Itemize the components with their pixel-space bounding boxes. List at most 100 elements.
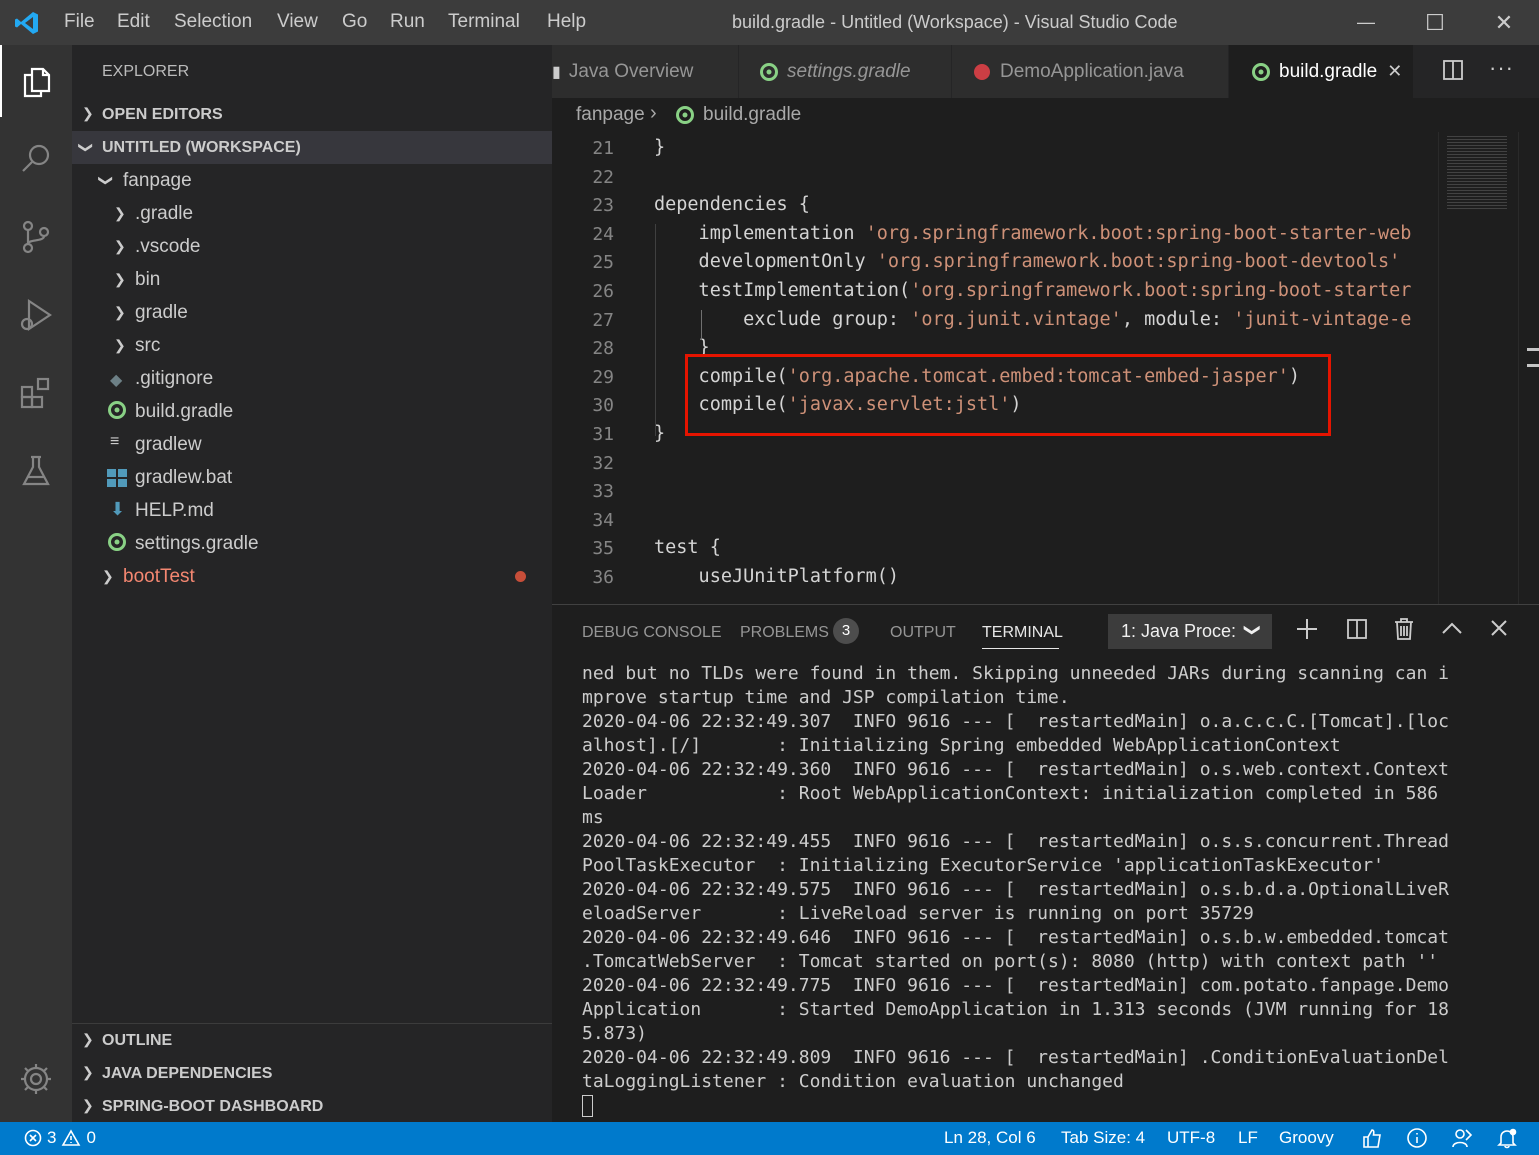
tab-output[interactable]: OUTPUT bbox=[890, 624, 956, 642]
cursor-position[interactable]: Ln 28, Col 6 bbox=[944, 1128, 1036, 1148]
gradle-file-icon bbox=[676, 106, 694, 124]
open-editors-header[interactable]: OPEN EDITORS bbox=[102, 106, 223, 124]
tab-size[interactable]: Tab Size: 4 bbox=[1061, 1128, 1145, 1148]
close-panel-icon[interactable] bbox=[1490, 619, 1508, 642]
source-control-icon[interactable] bbox=[0, 201, 72, 273]
tweet-feedback-icon[interactable] bbox=[1361, 1127, 1383, 1154]
code-text: testImplementation( bbox=[654, 280, 911, 301]
new-terminal-icon[interactable] bbox=[1295, 617, 1319, 646]
terminal-select[interactable]: 1: Java Proce: ❯ bbox=[1108, 614, 1272, 649]
code-line: testImplementation('org.springframework.… bbox=[654, 280, 1412, 301]
minimap bbox=[1438, 132, 1517, 604]
tree-file-help-md[interactable]: HELP.md bbox=[135, 500, 214, 522]
end-of-line[interactable]: LF bbox=[1238, 1128, 1258, 1148]
maximize-button[interactable]: ☐ bbox=[1412, 0, 1458, 45]
tab-problems[interactable]: PROBLEMS bbox=[740, 624, 829, 642]
tree-file-gradlew-bat[interactable]: gradlew.bat bbox=[135, 467, 232, 489]
close-tab-icon[interactable]: ✕ bbox=[1387, 61, 1402, 82]
menu-view[interactable]: View bbox=[277, 11, 318, 33]
tree-folder-src[interactable]: src bbox=[135, 335, 160, 357]
code-text: , module: 'junit-vintage-e bbox=[1121, 308, 1412, 330]
code-editor[interactable]: 21} 22 23 dependencies {24 implementation '… bbox=[552, 132, 1539, 604]
breadcrumb-file[interactable]: build.gradle bbox=[703, 104, 801, 126]
encoding[interactable]: UTF-8 bbox=[1167, 1128, 1215, 1148]
breadcrumb-separator: › bbox=[650, 102, 657, 124]
menu-file[interactable]: File bbox=[64, 11, 95, 33]
maximize-panel-chevron-up-icon[interactable] bbox=[1441, 620, 1463, 641]
outline-header[interactable]: OUTLINE bbox=[102, 1032, 172, 1050]
tab-terminal[interactable]: TERMINAL bbox=[982, 624, 1063, 642]
breadcrumb-folder[interactable]: fanpage bbox=[576, 104, 645, 126]
search-icon[interactable] bbox=[0, 123, 72, 195]
tab-debug-console[interactable]: DEBUG CONSOLE bbox=[582, 624, 722, 642]
warning-count: 0 bbox=[86, 1128, 96, 1147]
menu-selection[interactable]: Selection bbox=[174, 11, 252, 33]
code-line: } bbox=[654, 137, 665, 158]
terminal-line: ned but no TLDs were found in them. Skip… bbox=[582, 663, 1449, 684]
tab-demo-application-java[interactable]: DemoApplication.java bbox=[952, 45, 1229, 98]
markdown-file-icon: ⬇ bbox=[110, 499, 126, 519]
minimize-button[interactable]: — bbox=[1343, 0, 1389, 45]
chevron-down-icon: ❯ bbox=[78, 141, 95, 154]
split-terminal-icon[interactable] bbox=[1346, 618, 1368, 645]
indent-guide bbox=[655, 224, 656, 436]
java-dependencies-header[interactable]: JAVA DEPENDENCIES bbox=[102, 1065, 272, 1083]
terminal-cursor bbox=[582, 1095, 593, 1117]
manage-gear-icon[interactable] bbox=[0, 1043, 72, 1115]
chevron-right-icon: ❯ bbox=[114, 238, 126, 254]
tree-file-gitignore[interactable]: .gitignore bbox=[135, 368, 213, 390]
tree-folder-dotgradle[interactable]: .gradle bbox=[135, 203, 193, 225]
chevron-right-icon: ❯ bbox=[82, 1031, 94, 1047]
line-number: 28 bbox=[592, 338, 614, 360]
testing-flask-icon[interactable] bbox=[0, 435, 72, 507]
tree-folder-boottest[interactable]: bootTest bbox=[123, 566, 195, 588]
more-actions-icon[interactable]: ··· bbox=[1489, 55, 1514, 81]
menu-go[interactable]: Go bbox=[342, 11, 367, 33]
status-bar: 3 0 Ln 28, Col 6 Tab Size: 4 UTF-8 LF Gr… bbox=[0, 1122, 1539, 1155]
gradle-file-icon bbox=[107, 532, 127, 557]
chevron-right-icon: ❯ bbox=[114, 271, 126, 287]
language-mode[interactable]: Groovy bbox=[1279, 1128, 1334, 1148]
live-share-icon[interactable] bbox=[1451, 1127, 1473, 1154]
kill-terminal-trash-icon[interactable] bbox=[1393, 617, 1415, 646]
menu-edit[interactable]: Edit bbox=[117, 11, 150, 33]
line-number: 22 bbox=[592, 166, 614, 188]
notifications-bell-icon[interactable] bbox=[1496, 1127, 1518, 1154]
line-number: 24 bbox=[592, 223, 614, 245]
tab-settings-gradle[interactable]: settings.gradle bbox=[739, 45, 952, 98]
menu-help[interactable]: Help bbox=[547, 11, 586, 33]
tab-build-gradle[interactable]: build.gradle ✕ bbox=[1229, 45, 1414, 98]
tree-folder-vscode[interactable]: .vscode bbox=[135, 236, 200, 258]
tree-folder-gradle[interactable]: gradle bbox=[135, 302, 188, 324]
problems-status[interactable]: 3 0 bbox=[24, 1128, 96, 1148]
split-editor-icon[interactable] bbox=[1442, 59, 1464, 86]
tree-folder-bin[interactable]: bin bbox=[135, 269, 160, 291]
tab-java-overview[interactable]: ▮ Java Overview bbox=[552, 45, 739, 98]
chevron-down-icon: ❯ bbox=[1243, 623, 1261, 637]
close-window-button[interactable]: ✕ bbox=[1481, 0, 1527, 45]
error-icon bbox=[24, 1129, 42, 1147]
bottom-panel: DEBUG CONSOLE PROBLEMS 3 OUTPUT TERMINAL… bbox=[552, 604, 1539, 1123]
terminal-line: Loader : Root WebApplicationContext: ini… bbox=[582, 783, 1439, 804]
tree-file-gradlew[interactable]: gradlew bbox=[135, 434, 202, 456]
code-text: implementation bbox=[654, 222, 866, 244]
workspace-header[interactable]: UNTITLED (WORKSPACE) bbox=[102, 139, 301, 157]
explorer-icon[interactable] bbox=[0, 45, 72, 117]
run-debug-icon[interactable] bbox=[0, 279, 72, 351]
terminal-line: .TomcatWebServer : Tomcat started on por… bbox=[582, 951, 1439, 972]
tree-file-build-gradle[interactable]: build.gradle bbox=[135, 401, 233, 423]
extensions-icon[interactable] bbox=[0, 357, 72, 429]
tree-folder-fanpage[interactable]: fanpage bbox=[123, 170, 192, 192]
terminal-line: 2020-04-06 22:32:49.455 INFO 9616 --- [ … bbox=[582, 831, 1449, 852]
window-title: build.gradle - Untitled (Workspace) - Vi… bbox=[732, 12, 1178, 32]
tree-file-settings-gradle[interactable]: settings.gradle bbox=[135, 533, 259, 555]
menu-terminal[interactable]: Terminal bbox=[448, 11, 520, 33]
info-icon[interactable] bbox=[1406, 1127, 1428, 1154]
menu-run[interactable]: Run bbox=[390, 11, 425, 33]
line-number: 34 bbox=[592, 509, 614, 531]
vertical-scrollbar[interactable] bbox=[1518, 132, 1539, 604]
line-number: 27 bbox=[592, 309, 614, 331]
spring-boot-dashboard-header[interactable]: SPRING-BOOT DASHBOARD bbox=[102, 1098, 323, 1116]
code-line: dependencies { bbox=[654, 194, 810, 215]
chevron-right-icon: ❯ bbox=[114, 337, 126, 353]
